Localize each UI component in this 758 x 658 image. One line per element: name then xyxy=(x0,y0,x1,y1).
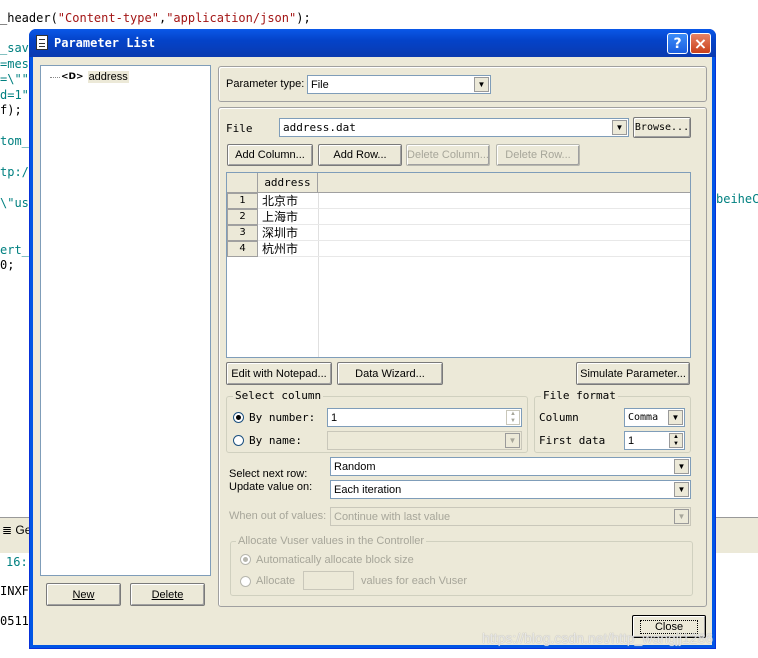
tree-item-label: address xyxy=(87,71,129,83)
code-line: f); xyxy=(0,103,22,117)
row-number[interactable]: 3 xyxy=(227,225,258,241)
code-line: =mes xyxy=(0,56,29,71)
table-cell[interactable]: 上海市 xyxy=(262,209,298,225)
table-cell[interactable]: 杭州市 xyxy=(262,241,298,257)
allocate-radio[interactable] xyxy=(240,576,251,587)
table-row[interactable]: 2 上海市 xyxy=(227,209,690,225)
parameter-icon: <D> xyxy=(61,72,84,82)
bottom-text-2: 0511 xyxy=(0,614,29,628)
code-line: =\"" xyxy=(0,72,29,86)
select-next-row-select[interactable]: Random ▼ xyxy=(330,457,691,476)
delete-row-button[interactable]: Delete Row... xyxy=(496,144,580,166)
help-button[interactable]: ? xyxy=(667,33,688,54)
when-out-of-values-select[interactable]: Continue with last value ▼ xyxy=(330,507,691,526)
chevron-down-icon: ▼ xyxy=(674,509,689,524)
table-row[interactable]: 3 深圳市 xyxy=(227,225,690,241)
allocate-group xyxy=(230,541,693,596)
chevron-down-icon: ▼ xyxy=(474,77,489,92)
bottom-number: 16: xyxy=(6,555,28,569)
bottom-text-1: INXF xyxy=(0,584,29,598)
by-name-label: By name: xyxy=(249,434,302,447)
by-number-input[interactable]: 1 ▲ ▼ xyxy=(327,408,522,427)
document-icon xyxy=(36,35,48,50)
row-number[interactable]: 4 xyxy=(227,241,258,257)
spinner-arrows-icon[interactable]: ▲ ▼ xyxy=(669,433,683,448)
code-string: "application/json" xyxy=(166,11,297,25)
row-number[interactable]: 2 xyxy=(227,209,258,225)
tree-item[interactable]: <D> address xyxy=(50,69,129,85)
first-data-input[interactable]: 1 ▲ ▼ xyxy=(624,431,685,450)
spinner-arrows-icon: ▲ ▼ xyxy=(506,410,520,425)
code-line: \"us xyxy=(0,196,29,210)
column-header[interactable]: address xyxy=(258,173,318,193)
window-title: Parameter List xyxy=(54,36,156,50)
table-row[interactable]: 1 北京市 xyxy=(227,193,690,209)
table-row[interactable]: 4 杭州市 xyxy=(227,241,690,257)
watermark: https://blog.csdn.net/http_wangjj1286 xyxy=(482,630,714,646)
file-path-input[interactable]: address.dat ▼ xyxy=(279,118,629,137)
edit-with-notepad-button[interactable]: Edit with Notepad... xyxy=(226,362,332,385)
update-value-label: Update value on: xyxy=(229,481,313,493)
by-number-label: By number: xyxy=(249,411,316,424)
auto-allocate-radio[interactable] xyxy=(240,554,251,565)
row-number[interactable]: 1 xyxy=(227,193,258,209)
tree-line xyxy=(50,76,60,78)
chevron-down-icon: ▼ xyxy=(674,459,689,474)
table-cell[interactable]: 北京市 xyxy=(262,193,298,209)
parameter-type-label: Parameter type: xyxy=(226,78,305,90)
code-line: _sav xyxy=(0,41,29,55)
table-cell[interactable]: 深圳市 xyxy=(262,225,298,241)
code-line: d=1" xyxy=(0,87,29,102)
delete-column-button[interactable]: Delete Column... xyxy=(406,144,490,166)
chevron-down-icon: ▼ xyxy=(612,120,627,135)
auto-allocate-label: Automatically allocate block size xyxy=(256,554,414,566)
data-grid[interactable]: address 1 北京市 2 上海市 3 深圳市 4 杭州市 xyxy=(226,172,691,358)
update-value-select[interactable]: Each iteration ▼ xyxy=(330,480,691,499)
chevron-down-icon: ▼ xyxy=(668,410,683,425)
tab-icon: ≣ xyxy=(2,523,16,537)
select-column-title: Select column xyxy=(233,389,324,402)
close-icon: × xyxy=(693,34,708,53)
select-next-row-label: Select next row: xyxy=(229,468,308,480)
allocate-label: Allocate xyxy=(256,575,296,587)
chevron-down-icon: ▼ xyxy=(505,433,520,448)
by-name-select[interactable]: ▼ xyxy=(327,431,522,450)
code-line: ert_ xyxy=(0,242,29,257)
help-icon: ? xyxy=(673,35,682,52)
bottom-tab-label[interactable]: ≣ Ge xyxy=(2,523,31,537)
by-name-radio[interactable] xyxy=(233,435,244,446)
code-string: "Content-type" xyxy=(57,11,159,25)
column-format-label: Column xyxy=(539,411,579,424)
parameter-tree[interactable] xyxy=(40,65,211,576)
add-row-button[interactable]: Add Row... xyxy=(318,144,402,166)
browse-button[interactable]: Browse... xyxy=(633,117,691,138)
file-format-title: File format xyxy=(541,389,618,402)
simulate-parameter-button[interactable]: Simulate Parameter... xyxy=(576,362,690,385)
column-format-select[interactable]: Comma ▼ xyxy=(624,408,685,427)
code-line: 0; xyxy=(0,258,15,272)
allocate-suffix-label: values for each Vuser xyxy=(361,575,467,587)
grid-corner xyxy=(227,173,258,193)
by-number-radio[interactable] xyxy=(233,412,244,423)
delete-button[interactable]: Delete xyxy=(130,583,205,606)
allocate-group-title: Allocate Vuser values in the Controller xyxy=(236,535,427,547)
code-line-header: _header("Content-type","application/json… xyxy=(0,11,311,25)
data-wizard-button[interactable]: Data Wizard... xyxy=(337,362,443,385)
new-button[interactable]: New xyxy=(46,583,121,606)
add-column-button[interactable]: Add Column... xyxy=(227,144,313,166)
first-data-label: First data xyxy=(539,434,606,447)
when-out-of-values-label: When out of values: xyxy=(229,510,327,522)
allocate-count-input[interactable] xyxy=(303,571,354,590)
close-window-button[interactable]: × xyxy=(690,33,711,54)
chevron-down-icon: ▼ xyxy=(674,482,689,497)
parameter-type-select[interactable]: File ▼ xyxy=(307,75,491,94)
code-line: tom_ xyxy=(0,134,29,148)
code-line: tp:/ xyxy=(0,165,29,179)
file-label: File xyxy=(226,122,253,135)
code-fragment-right: beiheC xyxy=(716,192,758,206)
